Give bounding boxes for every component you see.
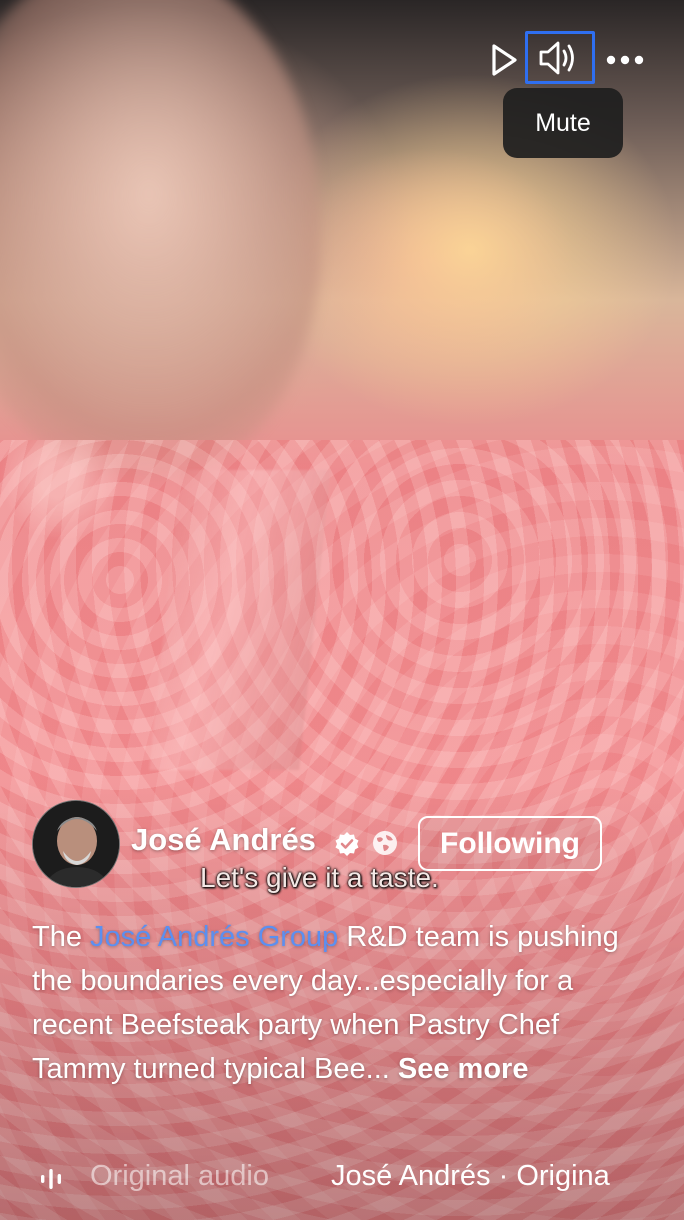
caption-prefix: The	[32, 921, 91, 953]
play-icon	[492, 44, 517, 76]
more-icon	[606, 55, 644, 65]
globe-icon	[373, 831, 397, 855]
audio-label: Original audio	[90, 1160, 269, 1192]
verified-badge-icon	[335, 832, 359, 856]
speaker-icon	[539, 41, 574, 74]
author-name[interactable]: José Andrés	[131, 822, 316, 858]
audio-wave-icon	[41, 1169, 61, 1189]
audio-track-marquee[interactable]: Original audio José Andrés · Origina	[90, 1160, 684, 1200]
play-button[interactable]	[487, 40, 521, 80]
reel-screen: Mute José Andrés Following Let's give it…	[0, 0, 684, 1220]
author-avatar[interactable]	[32, 800, 120, 888]
video-subtitle: Let's give it a taste.	[200, 862, 439, 893]
avatar-image	[33, 801, 119, 887]
video-frame-knife	[149, 470, 331, 770]
mute-tooltip: Mute	[503, 88, 623, 158]
more-options-button[interactable]	[603, 45, 647, 75]
video-frame-hand	[0, 0, 320, 480]
caption-mention-link[interactable]: José Andrés Group	[90, 921, 338, 953]
sound-button[interactable]	[525, 31, 595, 84]
audio-credit: José Andrés · Origina	[330, 1160, 610, 1192]
post-caption: The José Andrés Group R&D team is pushin…	[32, 915, 652, 1091]
see-more-link[interactable]: See more	[398, 1053, 529, 1085]
following-button[interactable]: Following	[418, 816, 602, 871]
